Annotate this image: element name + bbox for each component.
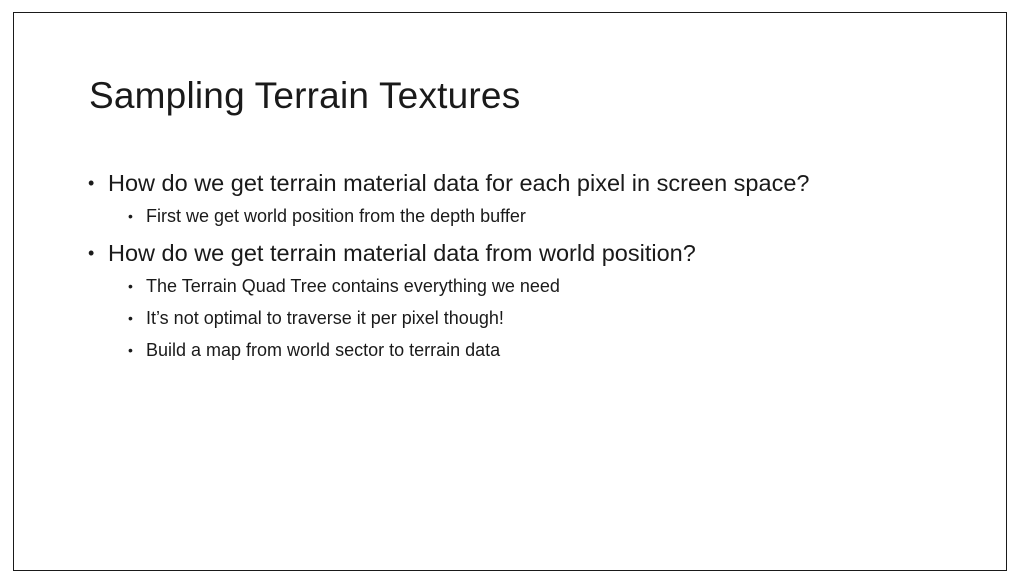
sub-bullet-text: Build a map from world sector to terrain… <box>146 340 501 360</box>
bullet-dot-icon: • <box>128 310 133 326</box>
sub-bullet-item: • The Terrain Quad Tree contains everyth… <box>88 270 809 302</box>
sub-bullet-text: First we get world position from the dep… <box>146 206 526 226</box>
bullet-item: • How do we get terrain material data fr… <box>88 236 809 270</box>
bullet-dot-icon: • <box>88 173 95 193</box>
bullet-list: • How do we get terrain material data fo… <box>88 166 809 366</box>
bullet-text: How do we get terrain material data for … <box>108 170 810 196</box>
bullet-dot-icon: • <box>88 243 95 263</box>
bullet-dot-icon: • <box>128 208 133 224</box>
sub-bullet-item: • It’s not optimal to traverse it per pi… <box>88 302 809 334</box>
slide-title: Sampling Terrain Textures <box>89 75 521 116</box>
bullet-text: How do we get terrain material data from… <box>108 240 696 266</box>
slide: Sampling Terrain Textures • How do we ge… <box>13 12 1007 571</box>
bullet-item: • How do we get terrain material data fo… <box>88 166 809 200</box>
bullet-dot-icon: • <box>128 342 133 358</box>
sub-bullet-text: The Terrain Quad Tree contains everythin… <box>146 276 560 296</box>
bullet-dot-icon: • <box>128 278 133 294</box>
sub-bullet-item: • First we get world position from the d… <box>88 200 809 232</box>
sub-bullet-text: It’s not optimal to traverse it per pixe… <box>146 308 504 328</box>
sub-bullet-item: • Build a map from world sector to terra… <box>88 334 809 366</box>
